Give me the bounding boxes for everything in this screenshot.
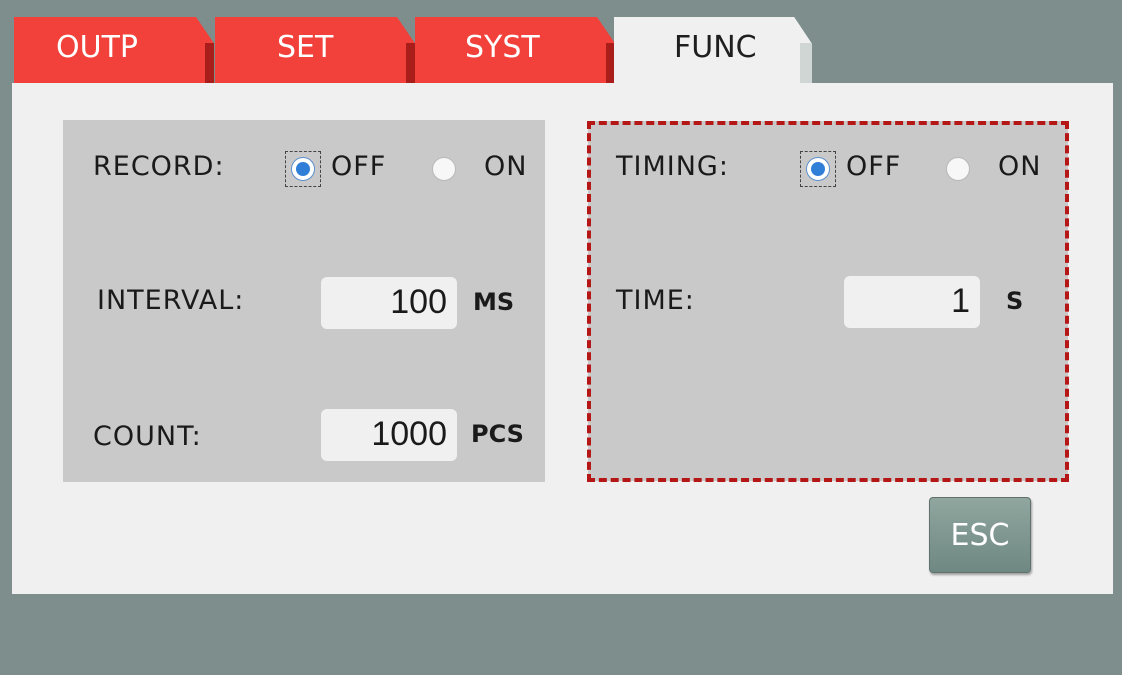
time-label: TIME: — [616, 285, 695, 316]
interval-unit: MS — [473, 288, 515, 316]
record-on-radio[interactable] — [432, 157, 456, 181]
timing-off-label[interactable]: OFF — [846, 151, 901, 182]
func-panel: RECORD: OFF ON INTERVAL: 100 MS COUNT: 1… — [12, 83, 1113, 594]
record-off-radio[interactable] — [291, 157, 315, 181]
tab-set[interactable]: SET — [215, 17, 415, 83]
timing-label: TIMING: — [616, 151, 729, 182]
count-unit: PCS — [471, 420, 524, 448]
tab-set-label: SET — [277, 30, 334, 65]
tab-syst-shade — [606, 43, 615, 83]
count-input[interactable]: 1000 — [321, 409, 457, 461]
timing-on-radio[interactable] — [946, 157, 970, 181]
tab-syst-label: SYST — [465, 30, 540, 65]
record-off-label[interactable]: OFF — [331, 151, 386, 182]
tab-outp[interactable]: OUTP — [14, 17, 214, 83]
tab-func[interactable]: FUNC — [614, 17, 812, 84]
interval-label: INTERVAL: — [97, 285, 245, 316]
tab-syst[interactable]: SYST — [415, 17, 615, 83]
record-settings-box: RECORD: OFF ON INTERVAL: 100 MS COUNT: 1… — [63, 120, 545, 482]
timing-on-label[interactable]: ON — [998, 151, 1041, 182]
record-label: RECORD: — [93, 151, 225, 182]
tab-outp-shade — [205, 43, 214, 83]
tab-set-shade — [406, 43, 415, 83]
interval-input[interactable]: 100 — [321, 277, 457, 329]
timing-off-radio[interactable] — [806, 157, 830, 181]
esc-button[interactable]: ESC — [929, 497, 1031, 573]
tab-outp-label: OUTP — [56, 30, 138, 65]
tab-func-label: FUNC — [674, 30, 757, 65]
count-label: COUNT: — [93, 421, 202, 452]
timing-settings-box: TIMING: OFF ON TIME: 1 S — [588, 121, 1068, 481]
tab-bar: OUTP SET SYST FUNC — [14, 17, 814, 84]
time-unit: S — [1006, 287, 1024, 315]
tab-func-shade — [800, 43, 812, 83]
record-on-label[interactable]: ON — [484, 151, 527, 182]
time-input[interactable]: 1 — [844, 276, 980, 328]
